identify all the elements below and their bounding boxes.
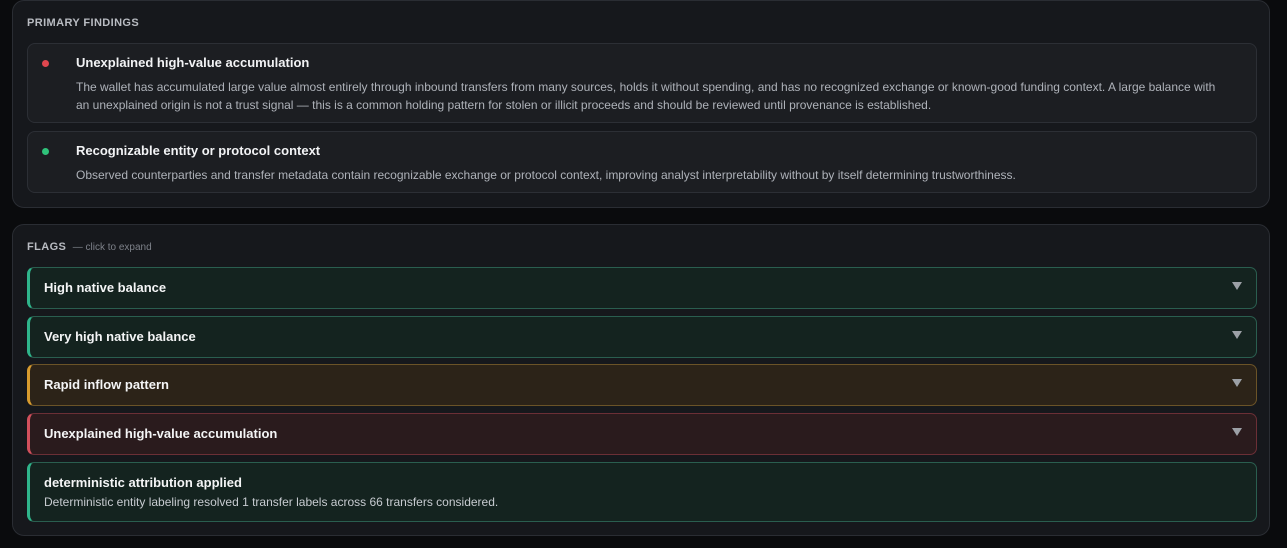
- flags-title: FLAGS — click to expand: [27, 241, 152, 253]
- finding-description: Observed counterparties and transfer met…: [76, 168, 1016, 182]
- primary-findings-panel: PRIMARY FINDINGS Unexplained high-value …: [12, 0, 1270, 208]
- flag-label: High native balance: [44, 280, 167, 295]
- status-dot-icon: [42, 60, 49, 67]
- flags-panel: FLAGS — click to expand High native bala…: [12, 224, 1270, 536]
- finding-card: Unexplained high-value accumulation The …: [27, 43, 1257, 123]
- flag-label: Very high native balance: [44, 329, 196, 344]
- primary-findings-title: PRIMARY FINDINGS: [27, 17, 140, 29]
- flag-label: Unexplained high-value accumulation: [44, 426, 278, 441]
- finding-title: Unexplained high-value accumulation: [76, 55, 310, 70]
- chevron-down-icon[interactable]: [1232, 379, 1242, 387]
- chevron-down-icon[interactable]: [1232, 282, 1242, 290]
- chevron-down-icon[interactable]: [1232, 331, 1242, 339]
- flag-rapid-inflow-pattern[interactable]: Rapid inflow pattern: [27, 364, 1257, 406]
- finding-card: Recognizable entity or protocol context …: [27, 131, 1257, 193]
- flag-label: deterministic attribution applied: [44, 475, 242, 490]
- flag-very-high-native-balance[interactable]: Very high native balance: [27, 316, 1257, 358]
- status-dot-icon: [42, 148, 49, 155]
- chevron-down-icon[interactable]: [1232, 428, 1242, 436]
- flag-high-native-balance[interactable]: High native balance: [27, 267, 1257, 309]
- flag-label: Rapid inflow pattern: [44, 377, 169, 392]
- flag-unexplained-accumulation[interactable]: Unexplained high-value accumulation: [27, 413, 1257, 455]
- finding-description: The wallet has accumulated large value a…: [76, 80, 1216, 112]
- flags-title-text: FLAGS: [27, 241, 67, 253]
- flags-hint: — click to expand: [72, 242, 152, 253]
- flag-description: Deterministic entity labeling resolved 1…: [44, 495, 499, 509]
- finding-title: Recognizable entity or protocol context: [76, 143, 321, 158]
- flag-deterministic-attribution: deterministic attribution applied Determ…: [27, 462, 1257, 522]
